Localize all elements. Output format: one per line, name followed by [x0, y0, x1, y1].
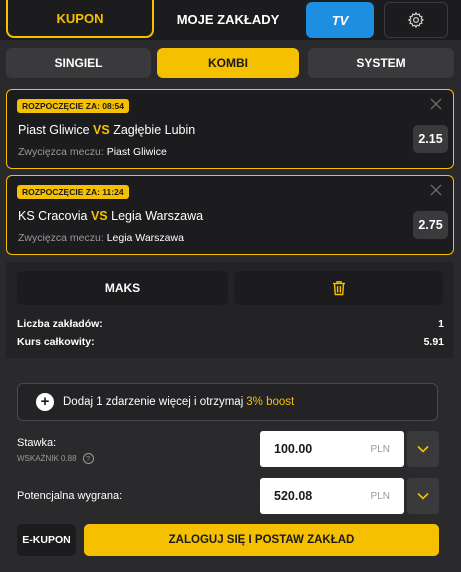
total-odds-label: Kurs całkowity:	[17, 336, 95, 348]
event-card: ROZPOCZĘCIE ZA: 08:54 Piast Gliwice VS Z…	[6, 89, 454, 169]
start-time-badge: ROZPOCZĘCIE ZA: 11:24	[17, 185, 129, 199]
event-card: ROZPOCZĘCIE ZA: 11:24 KS Cracovia VS Leg…	[6, 175, 454, 255]
bets-count-label: Liczba zakładów:	[17, 318, 103, 330]
maks-button[interactable]: MAKS	[17, 271, 228, 305]
stake-indicator: WSKAŹNIK 0.88 ?	[17, 453, 94, 464]
potential-win-currency: PLN	[370, 490, 390, 502]
stake-currency: PLN	[370, 443, 390, 455]
odds-value: 2.15	[413, 125, 448, 153]
stake-value: 100.00	[274, 442, 313, 456]
close-icon[interactable]	[429, 183, 443, 197]
tab-moje-zaklady[interactable]: MOJE ZAKŁADY	[158, 0, 298, 38]
start-time-badge: ROZPOCZĘCIE ZA: 08:54	[17, 99, 130, 113]
trash-icon	[332, 281, 345, 296]
tab-tv[interactable]: TV	[306, 2, 374, 38]
market-label: Zwycięzca meczu:	[18, 232, 104, 244]
potential-win-field: 520.08 PLN	[260, 478, 404, 514]
settings-button[interactable]	[384, 2, 448, 38]
vs-label: VS	[90, 209, 108, 223]
bet-type-kombi[interactable]: KOMBI	[157, 48, 299, 78]
event-teams: Piast Gliwice VS Zagłębie Lubin	[18, 123, 195, 137]
boost-text: Dodaj 1 zdarzenie więcej i otrzymaj	[63, 396, 244, 408]
summary-panel: MAKS Liczba zakładów: 1 Kurs całkowity: …	[6, 262, 454, 358]
clear-button[interactable]	[234, 271, 443, 305]
bet-form: + Dodaj 1 zdarzenie więcej i otrzymaj 3%…	[6, 366, 454, 572]
potential-win-value: 520.08	[274, 489, 313, 503]
boost-highlight: 3% boost	[246, 396, 295, 408]
bets-count-row: Liczba zakładów: 1	[17, 318, 444, 330]
stake-dropdown-button[interactable]	[407, 431, 439, 467]
top-tabs: KUPON MOJE ZAKŁADY TV	[0, 0, 461, 40]
total-odds-value: 5.91	[423, 336, 444, 348]
plus-icon: +	[36, 393, 54, 411]
event-market: Zwycięzca meczu: Legia Warszawa	[18, 232, 184, 244]
selection-label: Piast Gliwice	[106, 146, 167, 158]
tab-kupon[interactable]: KUPON	[6, 0, 154, 38]
event-teams: KS Cracovia VS Legia Warszawa	[18, 209, 203, 223]
stake-indicator-text: WSKAŹNIK 0.88	[17, 454, 77, 463]
bets-count-value: 1	[438, 318, 444, 330]
selection-label: Legia Warszawa	[106, 232, 184, 244]
ekupon-button[interactable]: E-KUPON	[17, 524, 76, 556]
total-odds-row: Kurs całkowity: 5.91	[17, 336, 444, 348]
boost-banner[interactable]: + Dodaj 1 zdarzenie więcej i otrzymaj 3%…	[17, 383, 438, 421]
vs-label: VS	[93, 123, 110, 137]
login-place-bet-button[interactable]: ZALOGUJ SIĘ I POSTAW ZAKŁAD	[84, 524, 439, 556]
away-team: Legia Warszawa	[111, 209, 204, 223]
chevron-down-icon	[417, 492, 429, 500]
home-team: KS Cracovia	[18, 209, 88, 223]
gear-icon	[407, 11, 425, 29]
close-icon[interactable]	[429, 97, 443, 111]
info-icon[interactable]: ?	[82, 453, 94, 464]
market-label: Zwycięzca meczu:	[18, 146, 104, 158]
bet-type-singiel[interactable]: SINGIEL	[6, 48, 151, 78]
potential-win-label: Potencjalna wygrana:	[17, 490, 123, 502]
away-team: Zagłębie Lubin	[113, 123, 196, 137]
event-market: Zwycięzca meczu: Piast Gliwice	[18, 146, 167, 158]
stake-label: Stawka:	[17, 437, 57, 449]
home-team: Piast Gliwice	[18, 123, 90, 137]
odds-value: 2.75	[413, 211, 448, 239]
potential-dropdown-button[interactable]	[407, 478, 439, 514]
bet-type-system[interactable]: SYSTEM	[308, 48, 454, 78]
chevron-down-icon	[417, 445, 429, 453]
stake-input[interactable]: 100.00 PLN	[260, 431, 404, 467]
